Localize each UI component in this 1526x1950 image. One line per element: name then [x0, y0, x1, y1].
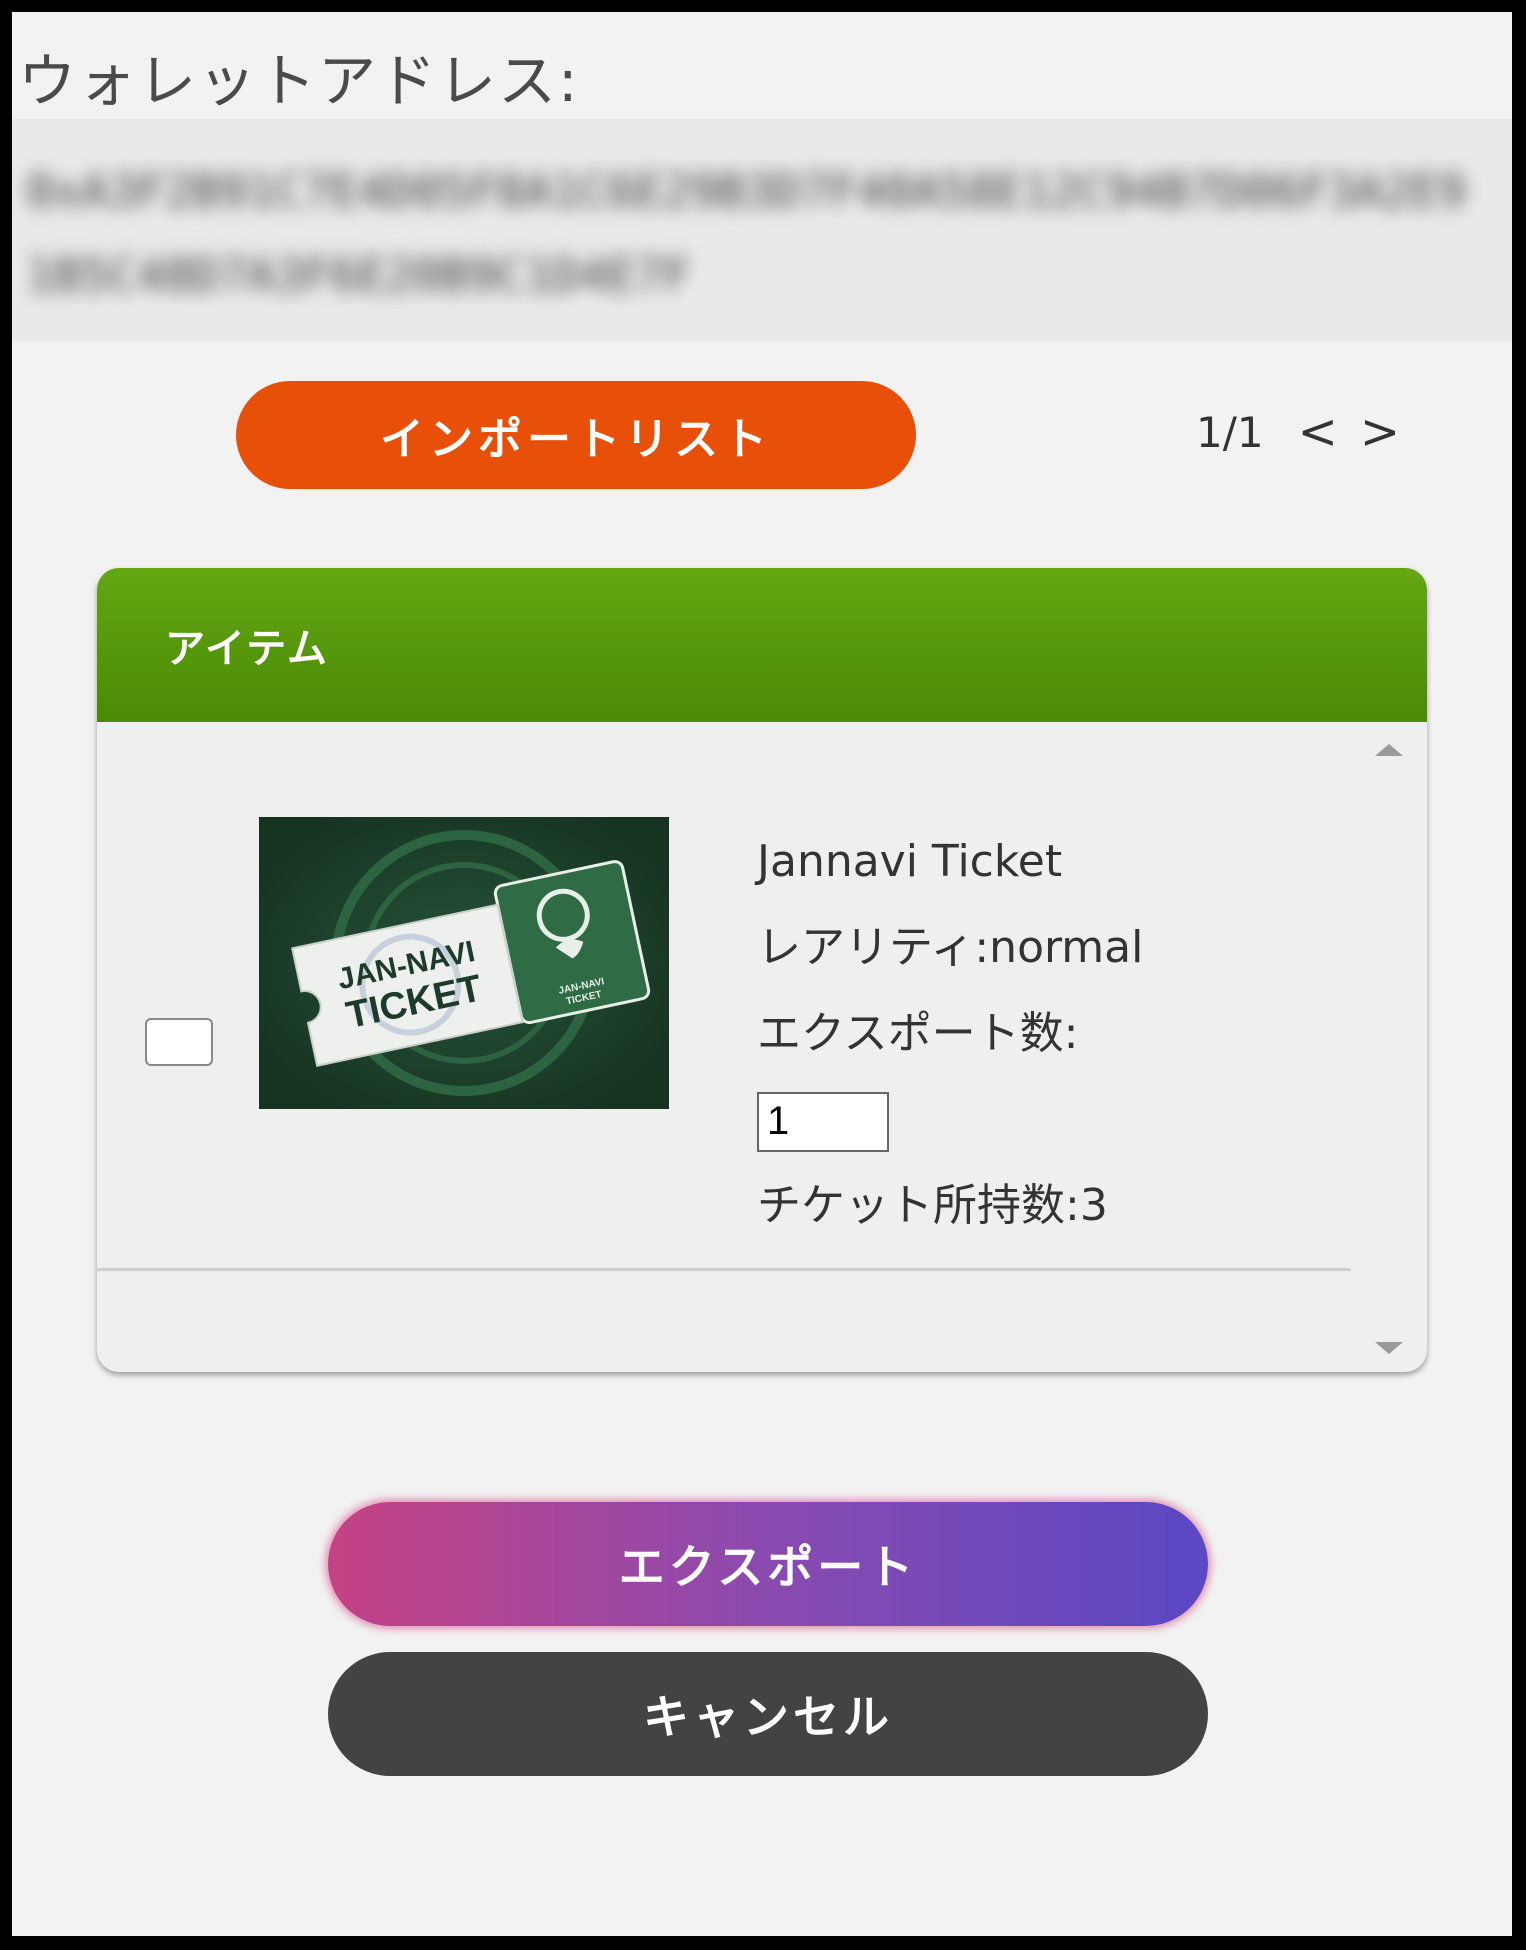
ticket-owned-count: チケット所持数:3 — [757, 1180, 1108, 1231]
wallet-address-value: 0xA3F2B91C7E4D05F8A1C6E29B3D7F40A58E12C9… — [26, 164, 1467, 302]
wallet-address-label: ウォレットアドレス: — [18, 47, 580, 115]
item-list[interactable]: JAN-NAVI TICKET JAN-NAVI TICKET Jannavi … — [97, 722, 1427, 1372]
scroll-up-arrow-icon[interactable] — [1375, 744, 1403, 756]
item-details: Jannavi Ticket レアリティ:normal エクスポート数: チケッ… — [757, 832, 1143, 1262]
export-count-input[interactable] — [757, 1091, 889, 1152]
item-select-checkbox[interactable] — [145, 1018, 213, 1066]
prev-page-button[interactable]: < — [1298, 404, 1338, 460]
cancel-button[interactable]: キャンセル — [328, 1652, 1208, 1776]
page-indicator: 1/1 — [1196, 407, 1264, 457]
item-name: Jannavi Ticket — [757, 836, 1063, 887]
item-panel: アイテム JAN-NAVI TICKET JAN-NAVI TICKET Jan… — [97, 568, 1427, 1372]
row-divider — [97, 1268, 1351, 1271]
import-list-button[interactable]: インポートリスト — [236, 381, 916, 489]
export-count-label: エクスポート数: — [757, 1008, 1079, 1059]
scroll-down-arrow-icon[interactable] — [1375, 1342, 1403, 1354]
item-panel-header: アイテム — [97, 568, 1427, 722]
ticket-image: JAN-NAVI TICKET JAN-NAVI TICKET — [259, 817, 669, 1109]
wallet-address-field: 0xA3F2B91C7E4D05F8A1C6E29B3D7F40A58E12C9… — [12, 119, 1512, 341]
export-dialog: ウォレットアドレス: 0xA3F2B91C7E4D05F8A1C6E29B3D7… — [12, 12, 1512, 1936]
pagination: 1/1 < > — [1196, 404, 1422, 460]
next-page-button[interactable]: > — [1360, 404, 1400, 460]
item-rarity: レアリティ:normal — [757, 922, 1144, 973]
export-button[interactable]: エクスポート — [328, 1502, 1208, 1626]
